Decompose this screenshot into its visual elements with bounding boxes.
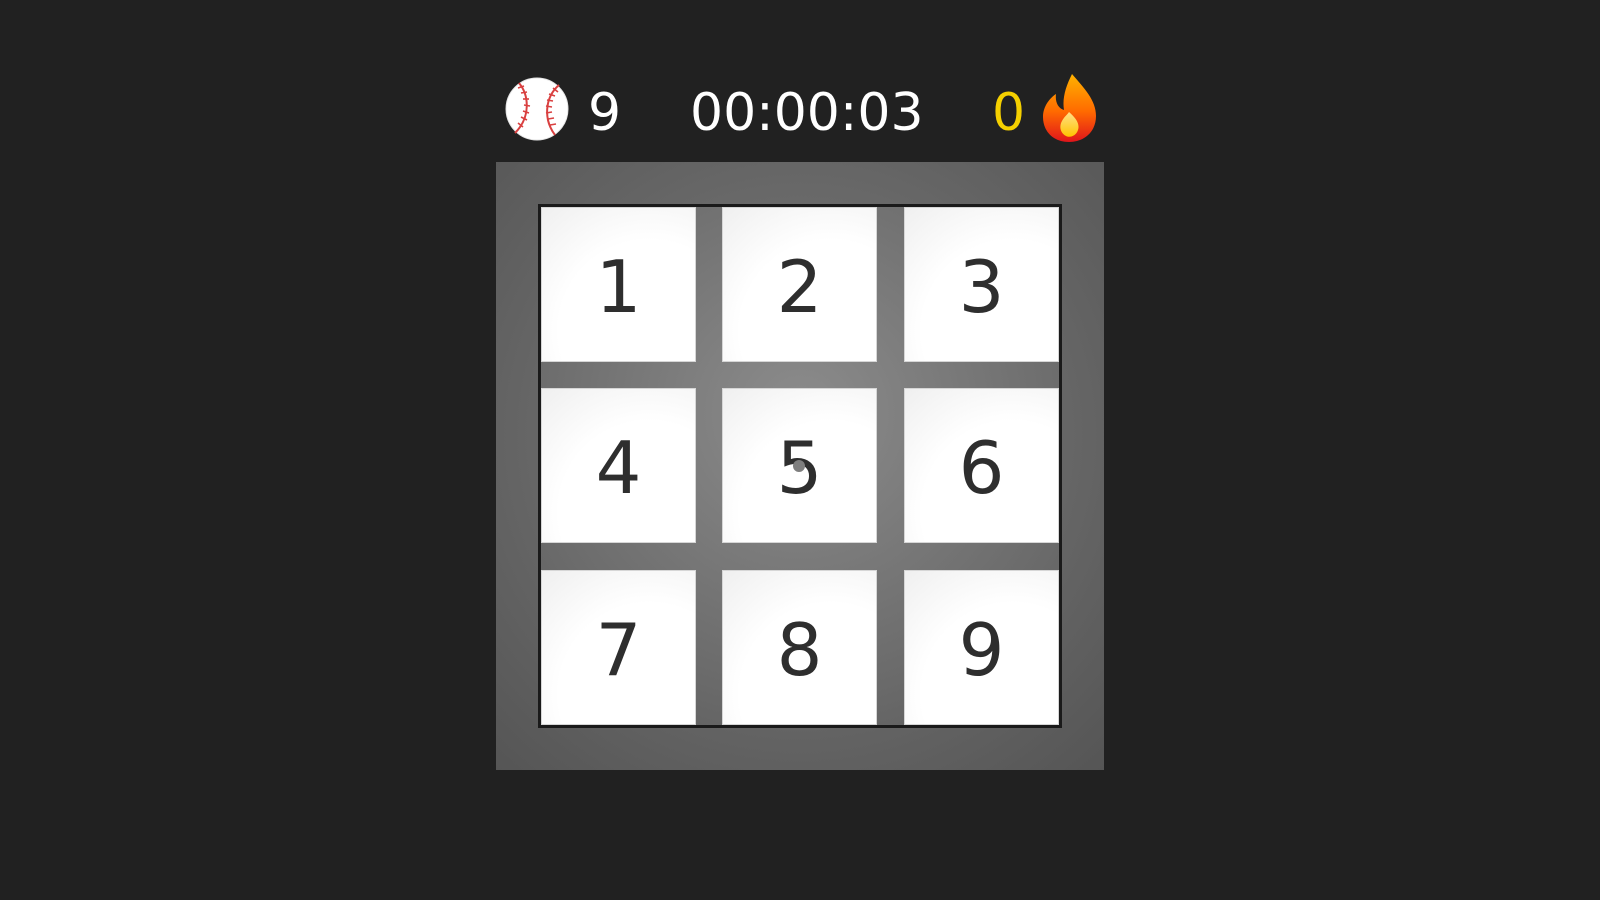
tile-label: 2 xyxy=(776,244,823,329)
tile-2[interactable]: 2 xyxy=(722,207,877,362)
tile-label: 4 xyxy=(595,425,642,510)
mouse-cursor-dot xyxy=(793,460,805,472)
tile-label: 8 xyxy=(776,607,823,692)
game-timer: 00:00:03 xyxy=(690,83,924,143)
baseball-icon xyxy=(505,77,569,141)
fire-icon xyxy=(1043,74,1096,142)
tile-6[interactable]: 6 xyxy=(904,388,1059,543)
tile-label: 9 xyxy=(958,607,1005,692)
tile-label: 6 xyxy=(958,425,1005,510)
hud-bar: 9 00:00:03 0 xyxy=(0,0,1600,160)
tile-3[interactable]: 3 xyxy=(904,207,1059,362)
tile-1[interactable]: 1 xyxy=(541,207,696,362)
balls-remaining-count: 9 xyxy=(588,83,622,143)
tile-8[interactable]: 8 xyxy=(722,570,877,725)
tile-7[interactable]: 7 xyxy=(541,570,696,725)
tile-9[interactable]: 9 xyxy=(904,570,1059,725)
tile-4[interactable]: 4 xyxy=(541,388,696,543)
tile-label: 7 xyxy=(595,607,642,692)
tile-label: 3 xyxy=(958,244,1005,329)
streak-count: 0 xyxy=(992,83,1026,143)
tile-label: 1 xyxy=(595,244,642,329)
